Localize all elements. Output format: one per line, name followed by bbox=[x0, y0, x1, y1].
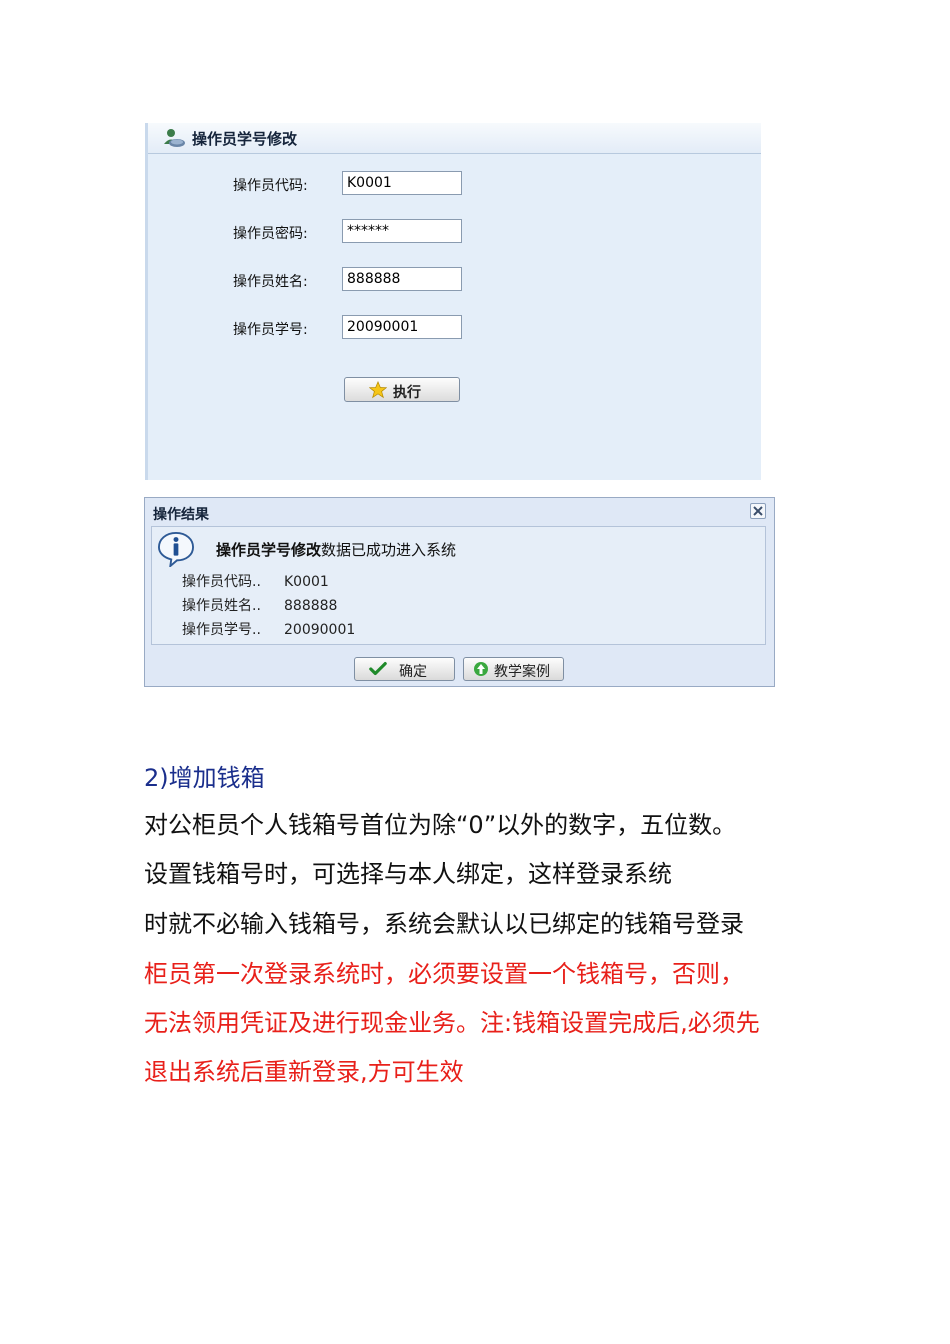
paragraph-line: 时就不必输入钱箱号，系统会默认以已绑定的钱箱号登录 bbox=[144, 910, 744, 938]
warning-line: 退出系统后重新登录,方可生效 bbox=[144, 1058, 464, 1086]
warning-line: 柜员第一次登录系统时，必须要设置一个钱箱号，否则， bbox=[144, 960, 744, 988]
field-label: 操作员密码: bbox=[233, 226, 308, 242]
teaching-case-button[interactable]: 教学案例 bbox=[463, 657, 564, 681]
paragraph-line: 设置钱箱号时，可选择与本人绑定，这样登录系统 bbox=[144, 860, 672, 888]
result-message-bold: 操作员学号修改 bbox=[216, 541, 322, 559]
section-heading: 2)增加钱箱 bbox=[144, 764, 265, 792]
execute-button-label: 执行 bbox=[393, 385, 421, 401]
result-dialog: 操作结果 操作员学号修改数据已成功进入系统 操作员代码.. K0001 操作员姓名… bbox=[144, 497, 775, 687]
operator-code-input[interactable] bbox=[342, 171, 462, 195]
detail-row: 操作员姓名.. 888888 bbox=[182, 595, 337, 615]
panel-header: 操作员学号修改 bbox=[148, 123, 761, 154]
info-icon bbox=[157, 531, 195, 567]
field-label: 操作员姓名: bbox=[233, 274, 308, 290]
detail-value: 20090001 bbox=[284, 622, 356, 638]
ok-button-label: 确定 bbox=[399, 664, 427, 680]
star-icon bbox=[369, 381, 387, 399]
detail-row: 操作员代码.. K0001 bbox=[182, 571, 329, 591]
detail-value: K0001 bbox=[284, 574, 329, 590]
dialog-title: 操作结果 bbox=[153, 507, 209, 523]
close-button[interactable] bbox=[750, 503, 766, 519]
operator-password-input[interactable] bbox=[342, 219, 462, 243]
panel-title: 操作员学号修改 bbox=[192, 130, 298, 148]
detail-key: 操作员代码.. bbox=[182, 574, 261, 590]
refresh-arrow-icon bbox=[474, 662, 488, 676]
detail-key: 操作员姓名.. bbox=[182, 598, 261, 614]
field-label: 操作员学号: bbox=[233, 322, 308, 338]
operator-name-input[interactable] bbox=[342, 267, 462, 291]
paragraph-line: 对公柜员个人钱箱号首位为除“0”以外的数字，五位数。 bbox=[144, 811, 737, 839]
message-box: 操作员学号修改数据已成功进入系统 操作员代码.. K0001 操作员姓名.. 888… bbox=[151, 526, 766, 645]
teaching-case-button-label: 教学案例 bbox=[494, 664, 550, 680]
detail-key: 操作员学号.. bbox=[182, 622, 261, 638]
user-group-icon bbox=[164, 129, 185, 147]
warning-line: 无法领用凭证及进行现金业务。注:钱箱设置完成后,必须先 bbox=[144, 1009, 760, 1037]
ok-button[interactable]: 确定 bbox=[354, 657, 455, 681]
result-message-rest: 数据已成功进入系统 bbox=[321, 541, 457, 559]
result-message: 操作员学号修改数据已成功进入系统 bbox=[216, 539, 456, 560]
field-label: 操作员代码: bbox=[233, 178, 308, 194]
checkmark-icon bbox=[369, 662, 387, 676]
detail-value: 888888 bbox=[284, 598, 338, 614]
operator-student-id-input[interactable] bbox=[342, 315, 462, 339]
close-icon bbox=[753, 506, 763, 516]
execute-button[interactable]: 执行 bbox=[344, 377, 460, 402]
operator-edit-panel: 操作员学号修改 操作员代码: 操作员密码: 操作员姓名: 操作员学号: 执行 bbox=[145, 123, 761, 480]
detail-row: 操作员学号.. 20090001 bbox=[182, 619, 355, 639]
